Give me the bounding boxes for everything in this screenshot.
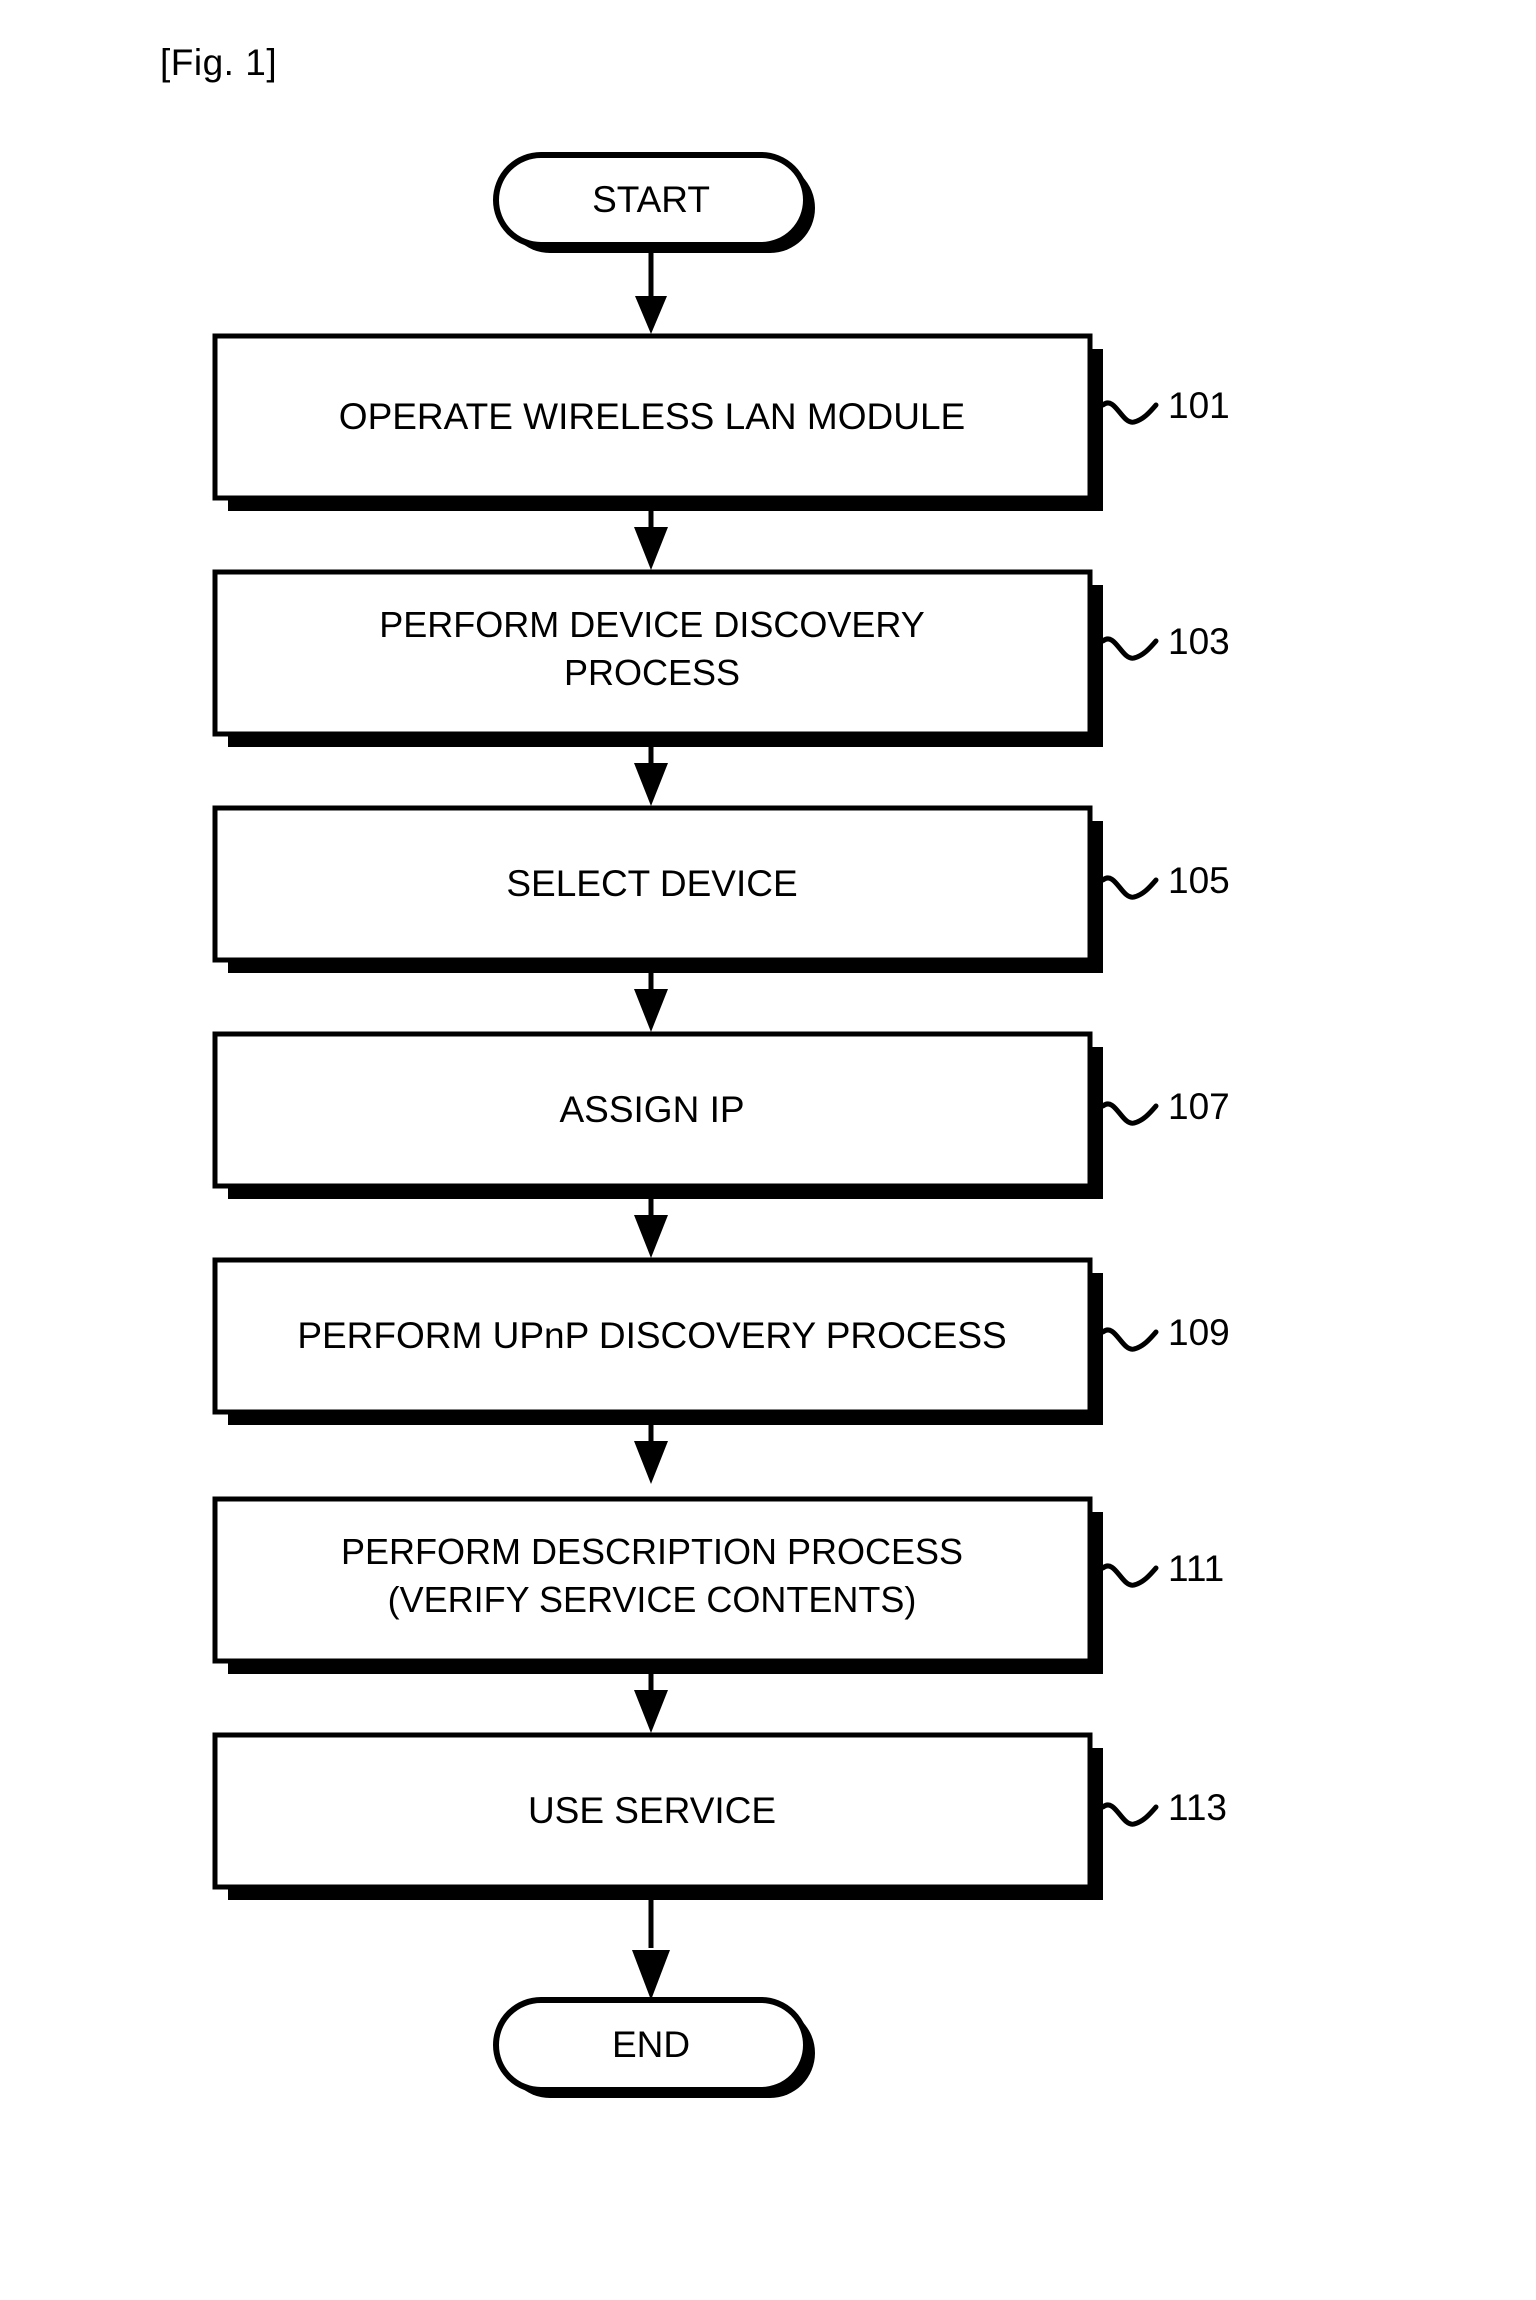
connector-101-to-103 <box>634 511 668 570</box>
arrowhead-icon <box>634 1215 668 1258</box>
connector-105-to-107 <box>634 973 668 1032</box>
step-103-label-line2: PROCESS <box>564 652 740 693</box>
step-107-label: ASSIGN IP <box>559 1089 744 1130</box>
end-node-label: END <box>612 2024 690 2065</box>
flow-node-111: PERFORM DESCRIPTION PROCESS (VERIFY SERV… <box>212 1496 1224 1674</box>
connector-113-to-end <box>632 1900 670 2000</box>
figure-page: [Fig. 1] START OPERATE WIRELESS LAN MODU… <box>0 0 1536 2300</box>
flow-node-103: PERFORM DEVICE DISCOVERY PROCESS 103 <box>212 569 1230 747</box>
step-105-label: SELECT DEVICE <box>506 863 797 904</box>
arrowhead-icon <box>634 1441 668 1484</box>
arrowhead-icon <box>635 296 667 334</box>
step-111-label-line2: (VERIFY SERVICE CONTENTS) <box>388 1579 917 1620</box>
flow-node-101: OPERATE WIRELESS LAN MODULE 101 <box>212 333 1230 511</box>
leader-line-109 <box>1100 1327 1159 1352</box>
flow-node-113: USE SERVICE 113 <box>212 1732 1227 1900</box>
step-101-label: OPERATE WIRELESS LAN MODULE <box>339 396 965 437</box>
arrowhead-icon <box>634 527 668 570</box>
ref-number-107: 107 <box>1168 1086 1230 1127</box>
flow-node-105: SELECT DEVICE 105 <box>212 805 1230 973</box>
start-node-label: START <box>592 179 710 220</box>
ref-number-109: 109 <box>1168 1312 1230 1353</box>
step-111-label-line1: PERFORM DESCRIPTION PROCESS <box>341 1531 963 1572</box>
ref-number-105: 105 <box>1168 860 1230 901</box>
connector-103-to-105 <box>634 747 668 806</box>
connector-109-to-111 <box>634 1425 668 1484</box>
connector-start-to-101 <box>635 245 667 334</box>
leader-line-105 <box>1100 875 1159 900</box>
arrowhead-icon <box>632 1950 670 2000</box>
connector-111-to-113 <box>634 1674 668 1733</box>
leader-line-103 <box>1100 636 1159 661</box>
leader-line-113 <box>1100 1802 1159 1827</box>
arrowhead-icon <box>634 1690 668 1733</box>
flowchart-canvas: START OPERATE WIRELESS LAN MODULE 101 PE… <box>212 152 1230 2098</box>
flow-node-start: START <box>493 152 815 253</box>
connector-107-to-109 <box>634 1199 668 1258</box>
leader-line-107 <box>1100 1101 1159 1126</box>
step-103-label-line1: PERFORM DEVICE DISCOVERY <box>379 604 924 645</box>
step-109-label: PERFORM UPnP DISCOVERY PROCESS <box>297 1315 1006 1356</box>
arrowhead-icon <box>634 763 668 806</box>
ref-number-103: 103 <box>1168 621 1230 662</box>
step-113-label: USE SERVICE <box>528 1790 776 1831</box>
ref-number-113: 113 <box>1168 1787 1227 1828</box>
flow-node-109: PERFORM UPnP DISCOVERY PROCESS 109 <box>212 1257 1230 1425</box>
flow-node-107: ASSIGN IP 107 <box>212 1031 1230 1199</box>
flow-node-end: END <box>493 1997 815 2098</box>
leader-line-111 <box>1100 1563 1159 1588</box>
leader-line-101 <box>1100 400 1159 425</box>
ref-number-111: 111 <box>1168 1548 1224 1589</box>
ref-number-101: 101 <box>1168 385 1230 426</box>
arrowhead-icon <box>634 989 668 1032</box>
